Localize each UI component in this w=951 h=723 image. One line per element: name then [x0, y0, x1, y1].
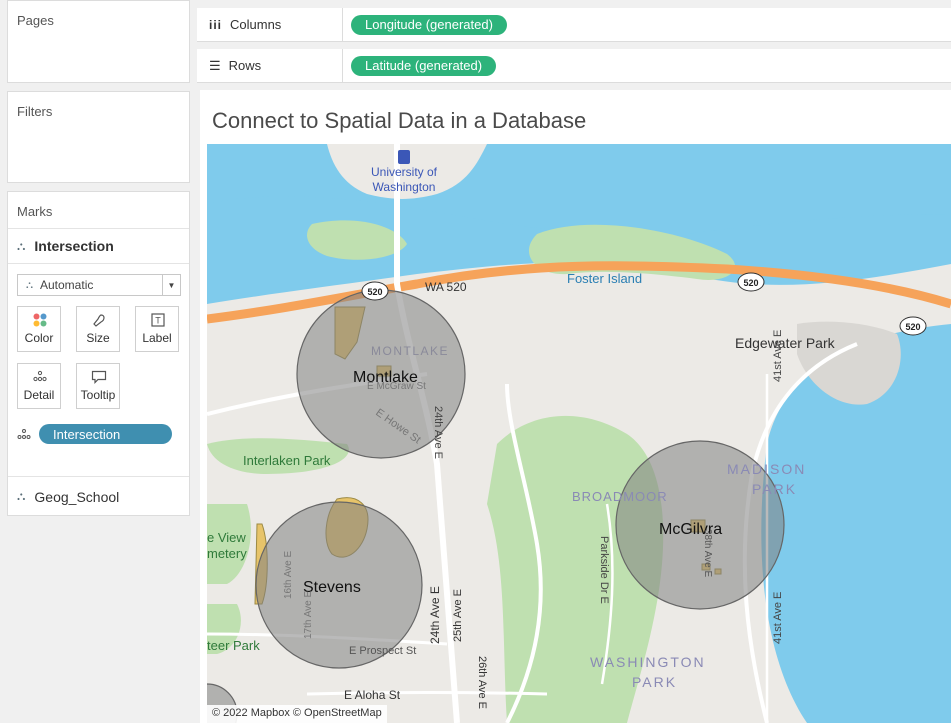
- columns-label-text: Columns: [230, 17, 282, 32]
- map-label-broadmoor: BROADMOOR: [572, 489, 668, 504]
- rows-shelf[interactable]: ☰ Rows Latitude (generated): [197, 49, 951, 83]
- shield-text-1: 520: [367, 287, 382, 297]
- svg-text:T: T: [155, 316, 161, 326]
- map-label-park: PARK: [752, 481, 797, 497]
- map-label-parkside: Parkside Dr E: [598, 536, 610, 604]
- map-label-26th: 26th Ave E: [476, 656, 488, 709]
- second-layer-name: Geog_School: [34, 488, 120, 505]
- map-label-washington: WASHINGTON: [590, 654, 706, 670]
- map-label-madison: MADISON: [727, 461, 806, 477]
- map-label-foster: Foster Island: [567, 271, 642, 286]
- shield-text-2: 520: [743, 278, 758, 288]
- detail-dots-icon: [17, 429, 31, 439]
- size-button-label: Size: [86, 331, 110, 345]
- detail-button-label: Detail: [23, 388, 55, 402]
- filters-title: Filters: [17, 104, 53, 119]
- pages-title: Pages: [17, 13, 54, 28]
- map-label-edgewater: Edgewater Park: [735, 335, 836, 351]
- map-label-38th: 38th Ave E: [702, 529, 713, 578]
- map-label-prospect: E Prospect St: [349, 645, 416, 657]
- map-label-view: e View: [207, 530, 246, 545]
- mark-type-dropdown[interactable]: ⛬ Automatic ▼: [17, 274, 181, 296]
- map-mark-icon: ⛬: [26, 279, 33, 291]
- color-dots-icon: [33, 313, 47, 327]
- columns-shelf-label: iii Columns: [197, 8, 343, 41]
- map-label-17th: 17th Ave E: [303, 590, 314, 639]
- map-layer-icon: ⛬: [17, 489, 26, 503]
- columns-shelf[interactable]: iii Columns Longitude (generated): [197, 8, 951, 42]
- label-icon: T: [151, 313, 165, 327]
- rows-icon: ☰: [209, 57, 221, 73]
- uw-transit-icon: [398, 150, 410, 164]
- map-label-cemetery: metery: [207, 546, 247, 561]
- map-label-e-mcgraw: E McGraw St: [367, 381, 426, 392]
- map-layer-icon: ⛬: [17, 238, 26, 253]
- map-label-41st-b: 41st Ave E: [772, 592, 784, 644]
- color-button-label: Color: [24, 331, 54, 345]
- map-label-16th: 16th Ave E: [283, 550, 294, 599]
- map-label-uw-2: Washington: [373, 180, 436, 194]
- size-icon: [93, 314, 105, 327]
- detail-pill-row: Intersection: [17, 424, 172, 444]
- map-label-park2: PARK: [632, 674, 677, 690]
- detail-dots-icon: [33, 370, 47, 382]
- map-label-wa520: WA 520: [425, 280, 467, 294]
- marks-title: Marks: [17, 204, 53, 219]
- map-label-uw-1: University of: [371, 165, 438, 179]
- size-button[interactable]: Size: [76, 306, 120, 352]
- chevron-down-icon: ▼: [162, 275, 180, 295]
- color-button[interactable]: Color: [17, 306, 61, 352]
- longitude-pill[interactable]: Longitude (generated): [351, 14, 507, 35]
- marks-card: Marks ⛬ Intersection ⛬ Automatic ▼ Color…: [7, 191, 190, 516]
- tooltip-icon: [91, 370, 107, 384]
- map-label-41st-a: 41st Ave E: [772, 330, 784, 382]
- latitude-pill[interactable]: Latitude (generated): [351, 55, 497, 76]
- map-svg: University of Washington WA 520 Foster I…: [207, 144, 951, 723]
- tooltip-button[interactable]: Tooltip: [76, 363, 120, 409]
- marks-layer-name: Intersection: [34, 238, 114, 254]
- pages-card: Pages: [7, 0, 190, 83]
- second-layer-header[interactable]: ⛬ Geog_School: [8, 476, 189, 516]
- label-button-label: Label: [142, 331, 172, 345]
- map-label-aloha: E Aloha St: [344, 688, 401, 702]
- map-attribution[interactable]: © 2022 Mapbox © OpenStreetMap: [207, 705, 387, 723]
- map-label-peer-park: teer Park: [207, 638, 260, 653]
- map-label-25th: 25th Ave E: [452, 589, 464, 642]
- left-pane: Pages Filters Marks ⛬ Intersection ⛬ Aut…: [0, 0, 196, 723]
- label-button[interactable]: T Label: [135, 306, 179, 352]
- rows-shelf-label: ☰ Rows: [197, 49, 343, 82]
- map-label-interlaken: Interlaken Park: [243, 453, 331, 468]
- view-area: Connect to Spatial Data in a Database Un…: [200, 90, 951, 723]
- filters-card: Filters: [7, 91, 190, 183]
- columns-icon: iii: [209, 17, 223, 32]
- rows-label-text: Rows: [228, 58, 262, 73]
- map-label-24th-b: 24th Ave E: [428, 586, 442, 644]
- tooltip-button-label: Tooltip: [80, 388, 116, 402]
- shield-text-3: 520: [905, 322, 920, 332]
- road-aloha: [306, 691, 548, 696]
- map-label-24th: 24th Ave E: [432, 406, 444, 459]
- mark-type-label: Automatic: [40, 278, 94, 292]
- view-title: Connect to Spatial Data in a Database: [212, 108, 587, 133]
- map-canvas[interactable]: University of Washington WA 520 Foster I…: [207, 144, 951, 723]
- marks-layer-header[interactable]: ⛬ Intersection: [8, 228, 189, 264]
- map-label-montlake-area: MONTLAKE: [371, 344, 449, 358]
- intersection-detail-pill[interactable]: Intersection: [39, 424, 172, 444]
- detail-button[interactable]: Detail: [17, 363, 61, 409]
